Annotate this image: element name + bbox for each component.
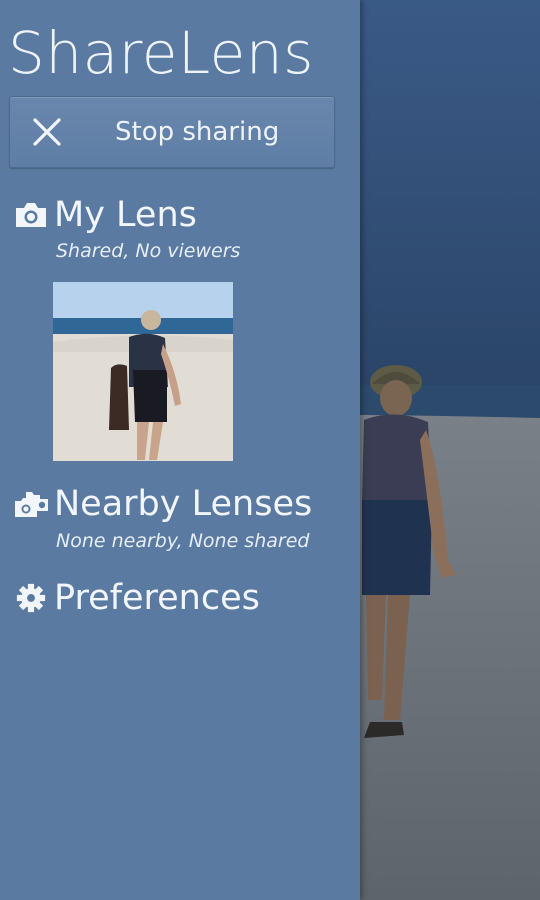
cameras-icon — [15, 492, 48, 517]
app-title: ShareLens — [8, 19, 314, 87]
preferences-item[interactable]: Preferences — [14, 578, 260, 618]
preferences-title: Preferences — [54, 578, 260, 618]
nearby-lenses-title: Nearby Lenses — [54, 484, 313, 524]
my-lens-status: Shared, No viewers — [56, 240, 241, 262]
my-lens-title: My Lens — [54, 195, 197, 235]
nearby-lenses-status: None nearby, None shared — [56, 530, 310, 552]
my-lens-item[interactable]: My Lens — [14, 195, 197, 235]
my-lens-thumbnail[interactable] — [53, 282, 233, 461]
navigation-drawer: ShareLens Stop sharing My Lens Shared, N… — [0, 0, 360, 900]
camera-icon — [16, 203, 46, 227]
close-icon — [33, 118, 61, 146]
stop-sharing-label: Stop sharing — [115, 117, 280, 147]
thumbnail-image — [53, 282, 233, 461]
gear-icon — [16, 583, 46, 613]
nearby-lenses-item[interactable]: Nearby Lenses — [14, 484, 312, 524]
stop-sharing-button[interactable]: Stop sharing — [9, 96, 335, 168]
